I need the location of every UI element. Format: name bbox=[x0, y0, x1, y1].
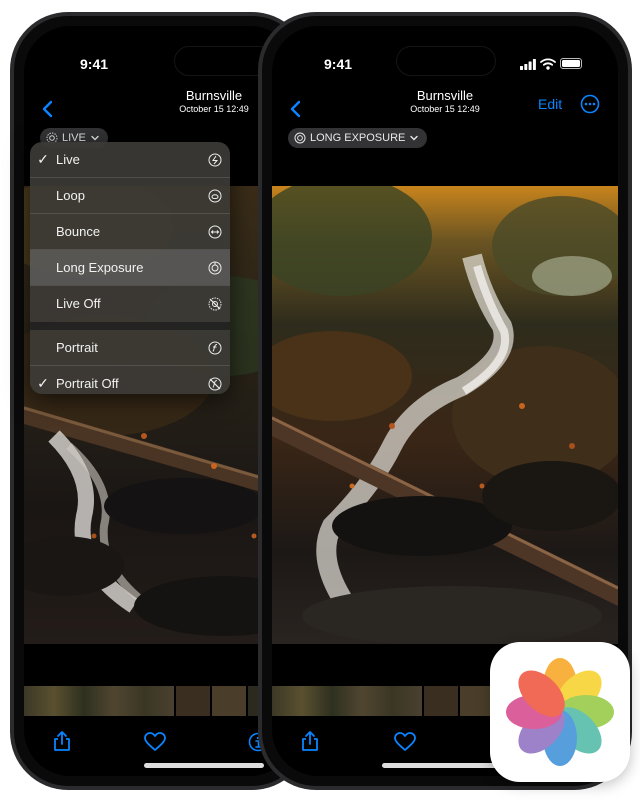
waterfall-photo bbox=[272, 186, 618, 644]
thumbnail[interactable] bbox=[460, 686, 494, 716]
share-icon[interactable] bbox=[52, 730, 72, 752]
back-chevron-icon[interactable] bbox=[288, 99, 304, 119]
heart-icon[interactable] bbox=[144, 732, 166, 752]
long-exposure-icon bbox=[294, 132, 306, 144]
chevron-down-icon bbox=[410, 135, 419, 141]
thumbnail[interactable] bbox=[272, 686, 422, 716]
mode-menu: ✓ Live Loop Bounce Long Exposure Live Of… bbox=[30, 142, 230, 394]
nav-bar: Burnsville October 15 12:49 Edit bbox=[272, 86, 618, 132]
live-icon bbox=[208, 153, 222, 166]
photos-app-icon bbox=[490, 642, 630, 782]
live-off-icon bbox=[208, 297, 222, 310]
share-icon[interactable] bbox=[300, 730, 320, 752]
dynamic-island bbox=[396, 46, 496, 76]
thumbnail[interactable] bbox=[176, 686, 210, 716]
photos-flower-icon bbox=[506, 658, 614, 766]
photo-title: Burnsville bbox=[416, 88, 474, 103]
long-exposure-icon bbox=[208, 261, 222, 274]
nav-bar: Burnsville October 15 12:49 bbox=[24, 86, 296, 132]
menu-item-live[interactable]: ✓ Live bbox=[30, 142, 230, 177]
wifi-icon bbox=[540, 58, 556, 70]
battery-icon bbox=[560, 58, 582, 69]
mode-label: LONG EXPOSURE bbox=[310, 132, 406, 144]
checkmark-icon: ✓ bbox=[37, 151, 49, 167]
mode-picker-button[interactable]: LONG EXPOSURE bbox=[288, 128, 428, 148]
heart-icon[interactable] bbox=[394, 732, 416, 752]
more-options-icon[interactable] bbox=[580, 94, 600, 114]
portrait-off-icon bbox=[208, 377, 222, 390]
edit-button[interactable]: Edit bbox=[538, 96, 562, 112]
menu-item-loop[interactable]: Loop bbox=[30, 178, 230, 213]
checkmark-icon: ✓ bbox=[37, 375, 49, 391]
thumbnail[interactable] bbox=[424, 686, 458, 716]
menu-item-long-exposure[interactable]: Long Exposure bbox=[30, 250, 230, 285]
bounce-icon bbox=[208, 225, 222, 238]
home-indicator[interactable] bbox=[382, 763, 502, 768]
title-block: Burnsville October 15 12:49 bbox=[375, 88, 515, 115]
menu-item-live-off[interactable]: Live Off bbox=[30, 286, 230, 321]
menu-item-portrait[interactable]: Portrait bbox=[30, 330, 230, 365]
photo-date: October 15 12:49 bbox=[410, 104, 480, 114]
menu-item-bounce[interactable]: Bounce bbox=[30, 214, 230, 249]
photo-view[interactable] bbox=[272, 186, 618, 644]
thumbnail-strip[interactable] bbox=[24, 686, 296, 716]
portrait-icon bbox=[208, 341, 222, 354]
loop-icon bbox=[208, 189, 222, 202]
thumbnail[interactable] bbox=[24, 686, 174, 716]
status-time: 9:41 bbox=[324, 56, 353, 72]
menu-item-portrait-off[interactable]: ✓ Portrait Off bbox=[30, 366, 230, 394]
home-indicator[interactable] bbox=[144, 763, 264, 768]
back-chevron-icon[interactable] bbox=[40, 99, 56, 119]
thumbnail[interactable] bbox=[212, 686, 246, 716]
signal-icon bbox=[520, 59, 536, 70]
status-time: 9:41 bbox=[80, 56, 109, 72]
left-screen: 9:41 Burnsville October 15 12:49 LIVE bbox=[24, 26, 296, 776]
